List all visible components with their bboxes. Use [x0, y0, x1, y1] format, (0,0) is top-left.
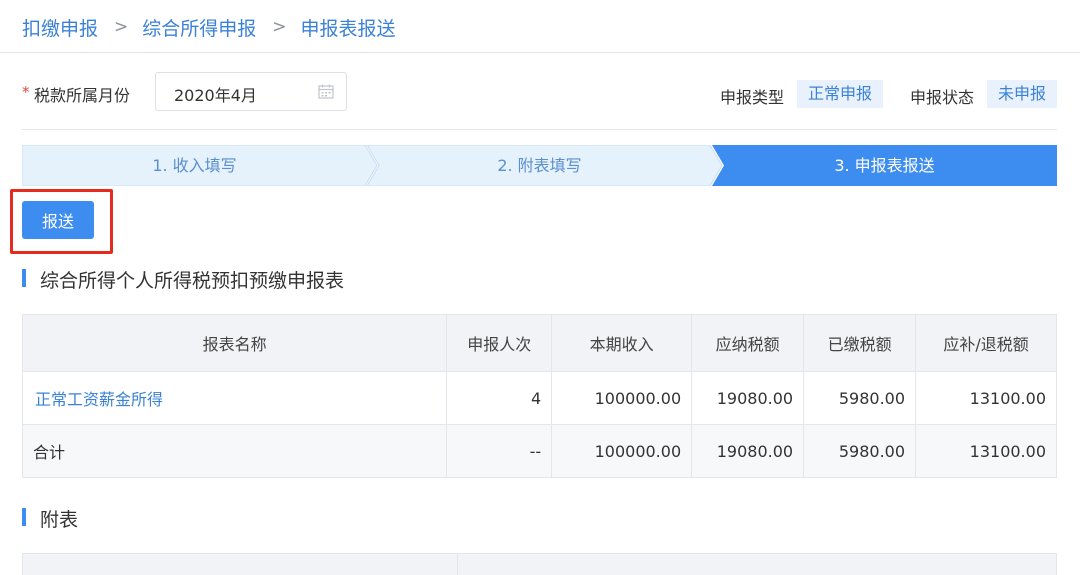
step-income-entry[interactable]: 1. 收入填写: [22, 145, 367, 186]
declaration-status-label: 申报状态: [910, 88, 975, 107]
tax-month-label: 税款所属月份: [34, 86, 131, 105]
tax-payable-cell: 19080.00: [691, 371, 805, 425]
column-header: 报表名称: [21, 314, 448, 372]
step-indicator: 1. 收入填写 2. 附表填写 3. 申报表报送: [22, 145, 1057, 186]
chevron-right-icon: >: [272, 17, 287, 37]
step-attachment-entry[interactable]: 2. 附表填写: [367, 145, 712, 186]
total-tax-due-cell: 13100.00: [915, 424, 1057, 478]
total-row: 合计 -- 100000.00 19080.00 5980.00 13100.0…: [21, 424, 1057, 478]
breadcrumb: 扣缴申报 > 综合所得申报 > 申报表报送: [22, 13, 396, 41]
attachment-section-title: 附表: [40, 509, 79, 531]
required-marker: *: [22, 83, 30, 101]
declaration-type-label: 申报类型: [720, 88, 785, 107]
total-income-cell: 100000.00: [551, 424, 693, 478]
chevron-right-icon: >: [114, 17, 129, 37]
tax-month-picker[interactable]: 2020年4月: [155, 72, 347, 111]
tax-month-value: 2020年4月: [174, 86, 257, 105]
column-divider: [457, 554, 458, 575]
section-marker: [22, 508, 26, 526]
declaration-table: 报表名称 申报人次 本期收入 应纳税额 已缴税额 应补/退税额 正常工资薪金所得…: [21, 314, 1057, 478]
breadcrumb-item-comprehensive[interactable]: 综合所得申报: [142, 14, 256, 41]
breadcrumb-item-declaration[interactable]: 扣缴申报: [22, 14, 98, 41]
total-tax-payable-cell: 19080.00: [691, 424, 805, 478]
column-header: 申报人次: [446, 314, 553, 372]
column-header: 应补/退税额: [915, 314, 1057, 372]
tax-paid-cell: 5980.00: [803, 371, 917, 425]
income-cell: 100000.00: [551, 371, 693, 425]
total-label: 合计: [21, 424, 448, 478]
step-report-submit[interactable]: 3. 申报表报送: [712, 145, 1057, 186]
total-tax-paid-cell: 5980.00: [803, 424, 917, 478]
total-count-cell: --: [446, 424, 553, 478]
column-header: 已缴税额: [803, 314, 917, 372]
table-header-row: 报表名称 申报人次 本期收入 应纳税额 已缴税额 应补/退税额: [21, 314, 1057, 372]
attachment-table-header: [22, 553, 1057, 575]
report-name-link[interactable]: 正常工资薪金所得: [21, 371, 448, 425]
table-row: 正常工资薪金所得 4 100000.00 19080.00 5980.00 13…: [21, 371, 1057, 425]
column-header: 本期收入: [551, 314, 693, 372]
calendar-icon: [318, 84, 334, 99]
column-header: 应纳税额: [691, 314, 805, 372]
declaration-type-badge: 正常申报: [797, 80, 883, 108]
declaration-count-cell: 4: [446, 371, 553, 425]
tax-due-cell: 13100.00: [915, 371, 1057, 425]
section-marker: [22, 269, 26, 287]
submit-button[interactable]: 报送: [22, 201, 94, 239]
section-divider: [22, 129, 1057, 130]
main-section-title: 综合所得个人所得税预扣预缴申报表: [40, 270, 345, 292]
declaration-status-badge: 未申报: [987, 80, 1057, 108]
breadcrumb-item-submit-report[interactable]: 申报表报送: [301, 14, 396, 41]
header-divider: [0, 52, 1080, 53]
